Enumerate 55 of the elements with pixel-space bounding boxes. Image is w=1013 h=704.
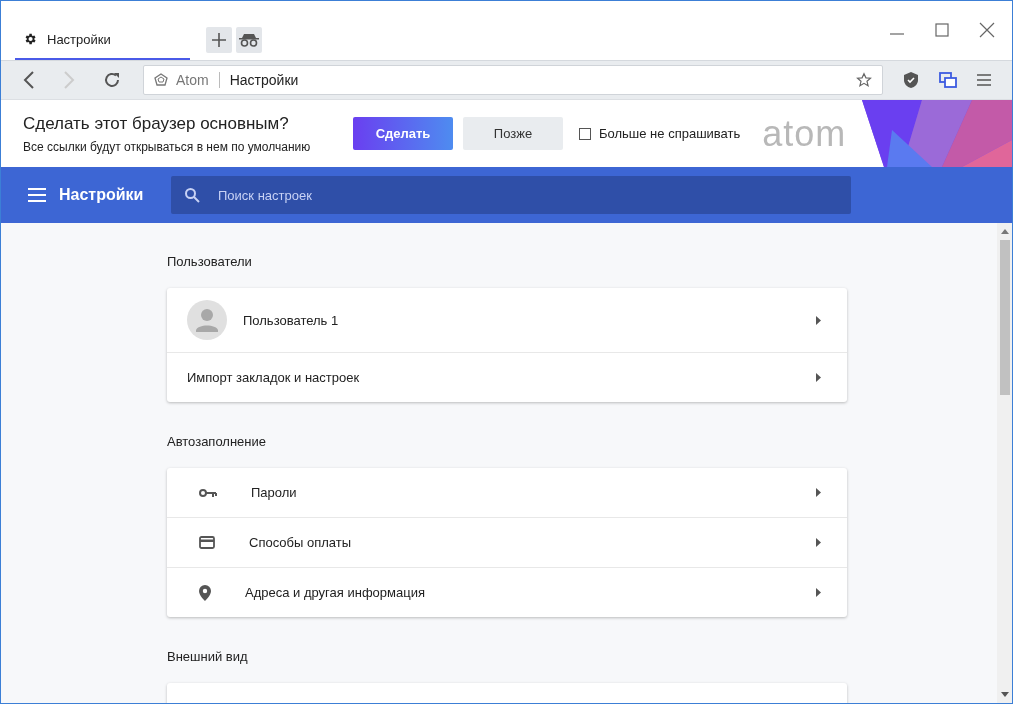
search-field[interactable]: Поиск настроек xyxy=(216,186,851,204)
address-text: Настройки xyxy=(229,72,299,88)
tab-title: Настройки xyxy=(47,31,111,47)
caret-icon xyxy=(816,538,821,547)
banner-title: Сделать этот браузер основным? xyxy=(23,113,290,134)
banner-subtitle: Все ссылки будут открываться в нем по умолчанию xyxy=(23,139,312,154)
new-tab-button[interactable] xyxy=(206,26,232,53)
caret-icon xyxy=(816,315,821,325)
section-title: Внешний вид xyxy=(167,649,249,665)
windows-icon[interactable] xyxy=(939,72,957,88)
row-label: Способы оплаты xyxy=(249,535,353,550)
shield-icon[interactable] xyxy=(903,71,919,89)
settings-row[interactable]: Пользователь 1 xyxy=(167,288,847,352)
search-icon xyxy=(184,187,200,203)
avatar-icon xyxy=(187,300,227,340)
logo-text: atom xyxy=(762,112,847,155)
close-icon[interactable] xyxy=(979,21,995,38)
scrollbar[interactable] xyxy=(997,223,1012,703)
scroll-down-icon[interactable] xyxy=(1000,692,1009,697)
site-name: Atom xyxy=(176,72,209,88)
settings-row[interactable]: Адреса и другая информация xyxy=(167,567,847,617)
maximize-icon[interactable] xyxy=(935,22,949,37)
settings-row[interactable]: Импорт закладок и настроек xyxy=(167,352,847,402)
row-label: Импорт закладок и настроек xyxy=(187,370,361,385)
site-icon xyxy=(154,73,168,87)
gear-icon xyxy=(23,32,37,46)
plus-icon xyxy=(211,31,227,48)
menu-icon[interactable] xyxy=(977,73,991,87)
credit-card-icon xyxy=(199,536,215,549)
make-default-button[interactable]: Сделать xyxy=(353,117,453,150)
row-label: Пользователь 1 xyxy=(243,312,340,328)
row-label: Пароли xyxy=(251,485,298,500)
caret-icon xyxy=(816,488,821,497)
section-title: Автозаполнение xyxy=(167,434,268,450)
checkbox[interactable] xyxy=(579,127,591,140)
caret-icon xyxy=(816,588,821,597)
row-label: Адреса и другая информация xyxy=(245,585,426,600)
settings-row[interactable]: Пароли xyxy=(167,468,847,517)
later-button[interactable]: Позже xyxy=(463,117,563,150)
reload-icon[interactable] xyxy=(103,71,121,89)
caret-icon xyxy=(816,373,821,382)
section-title: Пользователи xyxy=(167,254,253,270)
star-icon[interactable] xyxy=(856,72,872,88)
checkbox-label: Больше не спрашивать xyxy=(599,126,741,141)
page-title: Настройки xyxy=(59,186,145,204)
incognito-button[interactable] xyxy=(236,26,262,53)
scroll-thumb[interactable] xyxy=(999,240,1010,395)
address-bar[interactable]: Atom Настройки xyxy=(143,65,883,95)
back-icon[interactable] xyxy=(23,71,35,89)
location-pin-icon xyxy=(199,584,211,601)
search-bar[interactable]: Поиск настроек xyxy=(171,176,851,214)
scroll-up-icon[interactable] xyxy=(1000,229,1009,234)
spy-glasses-icon xyxy=(239,32,259,47)
key-icon xyxy=(199,487,217,498)
settings-row[interactable]: Способы оплаты xyxy=(167,517,847,567)
